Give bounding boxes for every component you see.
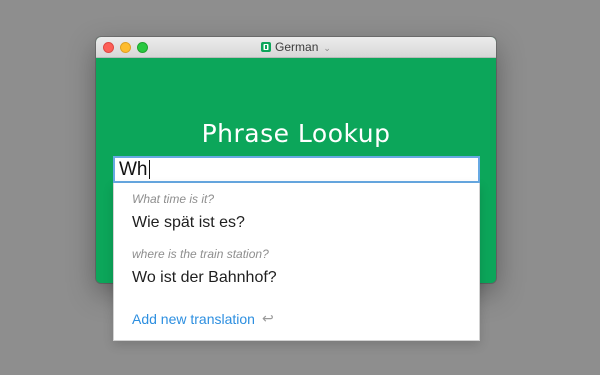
suggestion-translation-text: Wie spät ist es?	[132, 214, 245, 231]
suggestion-item[interactable]: What time is it? Wie spät ist es?	[132, 192, 469, 232]
search-input[interactable]: Wh	[113, 156, 480, 183]
suggestion-source-text: where is the train station?	[132, 247, 269, 261]
suggestion-source-text: What time is it?	[132, 192, 215, 206]
language-selector[interactable]: German ⌄	[96, 37, 496, 57]
return-icon: ↩	[261, 311, 274, 327]
window-title: German	[275, 40, 319, 54]
suggestion-item[interactable]: where is the train station? Wo ist der B…	[132, 247, 469, 287]
add-translation-link[interactable]: Add new translation ↩	[132, 311, 274, 327]
chevron-down-icon: ⌄	[323, 42, 331, 53]
page-title: Phrase Lookup	[201, 119, 391, 148]
book-icon	[261, 42, 272, 52]
suggestions-dropdown: What time is it? Wie spät ist es? where …	[113, 183, 480, 341]
titlebar: German ⌄	[96, 37, 496, 58]
add-translation-label: Add new translation	[132, 311, 255, 327]
search-input-value: Wh	[119, 158, 148, 180]
suggestion-translation-text: Wo ist der Bahnhof?	[132, 269, 277, 286]
text-caret	[148, 160, 150, 179]
